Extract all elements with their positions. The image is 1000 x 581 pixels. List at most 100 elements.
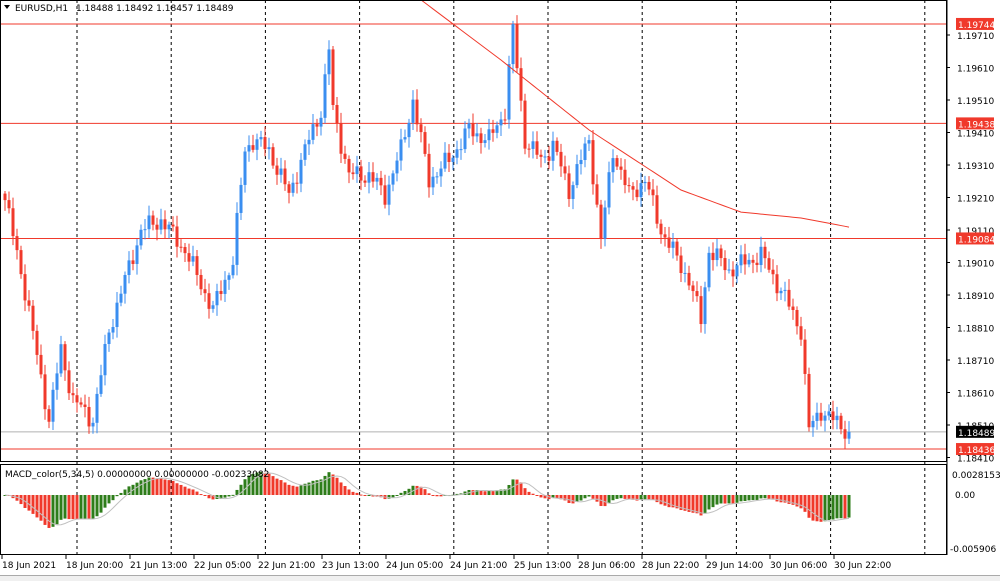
macd-bar [155, 478, 159, 495]
candle-body [535, 141, 539, 155]
candle-body [483, 140, 487, 143]
chart-tabs-bar[interactable] [0, 575, 1000, 581]
macd-bar [515, 479, 519, 495]
candle-body [259, 137, 263, 140]
price-tick-label: 1.19210 [957, 195, 994, 205]
macd-bar [811, 495, 815, 521]
candle-body [523, 100, 527, 149]
candle-body [703, 287, 707, 325]
candle-body [191, 256, 195, 262]
time-tick-label: 22 Jun 05:00 [194, 561, 251, 571]
candle-body [519, 68, 523, 101]
macd-bar [95, 495, 99, 517]
price-tick-label: 1.19010 [957, 260, 994, 270]
candle-body [755, 262, 759, 266]
macd-bar [803, 495, 807, 512]
macd-bar [427, 493, 431, 495]
candle-body [15, 236, 19, 251]
macd-bar [779, 495, 783, 503]
macd-bar [171, 480, 175, 495]
candle-body [323, 74, 327, 118]
candle-body [447, 152, 451, 162]
candle-body [383, 185, 387, 205]
macd-bar [203, 495, 207, 496]
candle-body [647, 181, 651, 190]
candle-body [339, 123, 343, 154]
candle-body [155, 224, 159, 230]
candle-body [315, 124, 319, 127]
candle-body [511, 24, 515, 65]
candle-body [467, 123, 471, 129]
macd-bar [75, 495, 79, 520]
candle-body [815, 412, 819, 421]
candle-body [783, 289, 787, 291]
candle-body [283, 168, 287, 185]
candle-body [751, 259, 755, 263]
macd-bar [647, 495, 651, 500]
candle-body [347, 158, 351, 173]
candle-body [255, 139, 259, 150]
candle-body [659, 223, 663, 235]
macd-bar [67, 495, 71, 520]
candle-body [279, 168, 283, 175]
macd-bar [719, 495, 723, 504]
macd-bar [43, 495, 47, 525]
price-tick-label: 1.19410 [957, 130, 994, 140]
candle-body [19, 250, 23, 275]
price-chart[interactable]: 1.19710 1.19610 1.19510 1.19410 1.19310 1.192… [0, 0, 1000, 580]
macd-bar [35, 495, 39, 518]
candle-body [307, 139, 311, 145]
candle-body [367, 172, 371, 183]
candle-body [235, 212, 239, 265]
price-tick-label: 1.18910 [957, 292, 994, 302]
macd-bar [431, 495, 435, 496]
macd-bar [815, 495, 819, 522]
macd-bar [343, 486, 347, 495]
macd-bar [291, 485, 295, 495]
candle-body [823, 415, 827, 421]
time-tick-label: 22 Jun 21:00 [258, 561, 315, 571]
macd-bar [711, 495, 715, 508]
candle-body [227, 275, 231, 280]
macd-bar [51, 495, 55, 527]
candle-body [175, 226, 179, 247]
macd-bar [759, 495, 763, 499]
candle-body [75, 395, 79, 403]
candle-body [791, 306, 795, 311]
macd-bar [79, 495, 83, 519]
candle-body [651, 189, 655, 196]
macd-scale-bottom: -0.005906 [950, 545, 996, 555]
macd-bar [159, 478, 163, 495]
candle-body [459, 149, 463, 151]
candle-body [439, 168, 443, 177]
candle-body [475, 133, 479, 137]
candle-body [115, 302, 119, 328]
candle-body [779, 290, 783, 294]
candle-body [543, 156, 547, 158]
candle-body [91, 422, 95, 427]
macd-bar [723, 495, 727, 504]
candle-body [839, 415, 843, 430]
macd-bar [575, 495, 579, 502]
candle-body [271, 147, 275, 166]
macd-bar [835, 495, 839, 519]
macd-bar [199, 494, 203, 496]
macd-bar [39, 495, 43, 521]
macd-bar [571, 495, 575, 504]
candle-body [487, 129, 491, 141]
candle-body [195, 256, 199, 275]
macd-bar [603, 495, 607, 507]
macd-bar [183, 486, 187, 495]
macd-bar [195, 491, 199, 495]
candle-body [587, 140, 591, 144]
candle-body [51, 389, 55, 422]
macd-bar [91, 495, 95, 520]
candle-body [79, 402, 83, 405]
macd-bar [227, 495, 231, 497]
macd-bar [179, 484, 183, 495]
macd-bar [799, 495, 803, 509]
candle-body [691, 285, 695, 292]
macd-bar [607, 495, 611, 504]
macd-bar [703, 495, 707, 514]
time-tick-label: 23 Jun 13:00 [322, 561, 379, 571]
